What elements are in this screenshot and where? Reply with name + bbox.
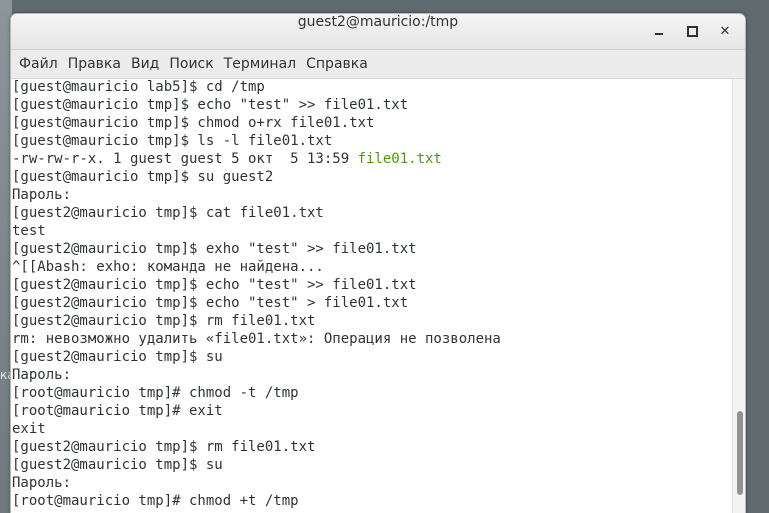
ls-output-filename: file01.txt	[357, 151, 442, 167]
terminal-line: ^[[Abash: exho: команда не найдена...	[12, 259, 324, 275]
terminal-line: [guest2@mauricio tmp]$ rm file01.txt	[12, 439, 316, 455]
terminal-line: Пароль:	[12, 187, 72, 203]
menu-search[interactable]: Поиск	[169, 56, 220, 72]
terminal-line: [root@mauricio tmp]# chmod -t /tmp	[12, 385, 299, 401]
terminal-line: Пароль:	[12, 475, 72, 491]
ls-output-text: -rw-rw-r-x. 1 guest guest 5 окт 5 13:59	[12, 151, 358, 167]
terminal-line: [root@mauricio tmp]# chmod +t /tmp	[12, 493, 299, 509]
terminal-scrollbar[interactable]	[732, 79, 745, 513]
menu-terminal[interactable]: Терминал	[224, 56, 303, 72]
terminal-line: test	[12, 223, 46, 239]
terminal-line: [guest2@mauricio tmp]$ echo "test" > fil…	[12, 295, 409, 311]
terminal-line: Пароль:	[12, 367, 72, 383]
terminal-line: [guest2@mauricio tmp]$ rm file01.txt	[12, 313, 316, 329]
terminal-output[interactable]: [guest@mauricio lab5]$ cd /tmp [guest@ma…	[11, 79, 731, 513]
terminal-line: [guest@mauricio tmp]$ ls -l file01.txt	[12, 133, 333, 149]
terminal-line: [root@mauricio tmp]# exit	[12, 403, 223, 419]
desktop-background: ка guest2@mauricio:/tmp ✕ Файл Правка Ви…	[0, 0, 769, 513]
menu-view[interactable]: Вид	[131, 56, 166, 72]
terminal-line: [guest@mauricio tmp]$ chmod o+rx file01.…	[12, 115, 375, 131]
maximize-icon	[686, 25, 698, 37]
terminal-line: [guest2@mauricio tmp]$ cat file01.txt	[12, 205, 324, 221]
title-bar[interactable]: guest2@mauricio:/tmp ✕	[11, 14, 745, 50]
terminal-line: [guest2@mauricio tmp]$ echo "test" >> fi…	[12, 277, 417, 293]
terminal-line: [guest@mauricio tmp]$ echo "test" >> fil…	[12, 97, 409, 113]
menu-bar: Файл Правка Вид Поиск Терминал Справка	[11, 50, 745, 79]
scrollbar-thumb[interactable]	[737, 411, 743, 495]
terminal-line: rm: невозможно удалить «file01.txt»: Опе…	[12, 331, 501, 347]
maximize-button[interactable]	[681, 20, 703, 42]
menu-help[interactable]: Справка	[306, 56, 375, 72]
menu-edit[interactable]: Правка	[68, 56, 128, 72]
minimize-button[interactable]	[648, 20, 670, 42]
terminal-line: [guest@mauricio tmp]$ su guest2	[12, 169, 274, 185]
minimize-icon	[655, 33, 663, 35]
window-title: guest2@mauricio:/tmp	[297, 14, 459, 30]
terminal-line: [guest@mauricio lab5]$ cd /tmp	[12, 79, 265, 95]
terminal-window: guest2@mauricio:/tmp ✕ Файл Правка Вид П…	[10, 13, 746, 513]
terminal-line: [guest2@mauricio tmp]$ su	[12, 349, 223, 365]
menu-file[interactable]: Файл	[19, 56, 65, 72]
terminal-line: exit	[12, 421, 46, 437]
terminal-line: [guest2@mauricio tmp]$ su	[12, 457, 223, 473]
close-icon: ✕	[719, 23, 731, 39]
terminal-line: [guest2@mauricio tmp]$ exho "test" >> fi…	[12, 241, 417, 257]
terminal-line-ls-output: -rw-rw-r-x. 1 guest guest 5 окт 5 13:59 …	[11, 151, 731, 169]
close-button[interactable]: ✕	[714, 20, 736, 42]
